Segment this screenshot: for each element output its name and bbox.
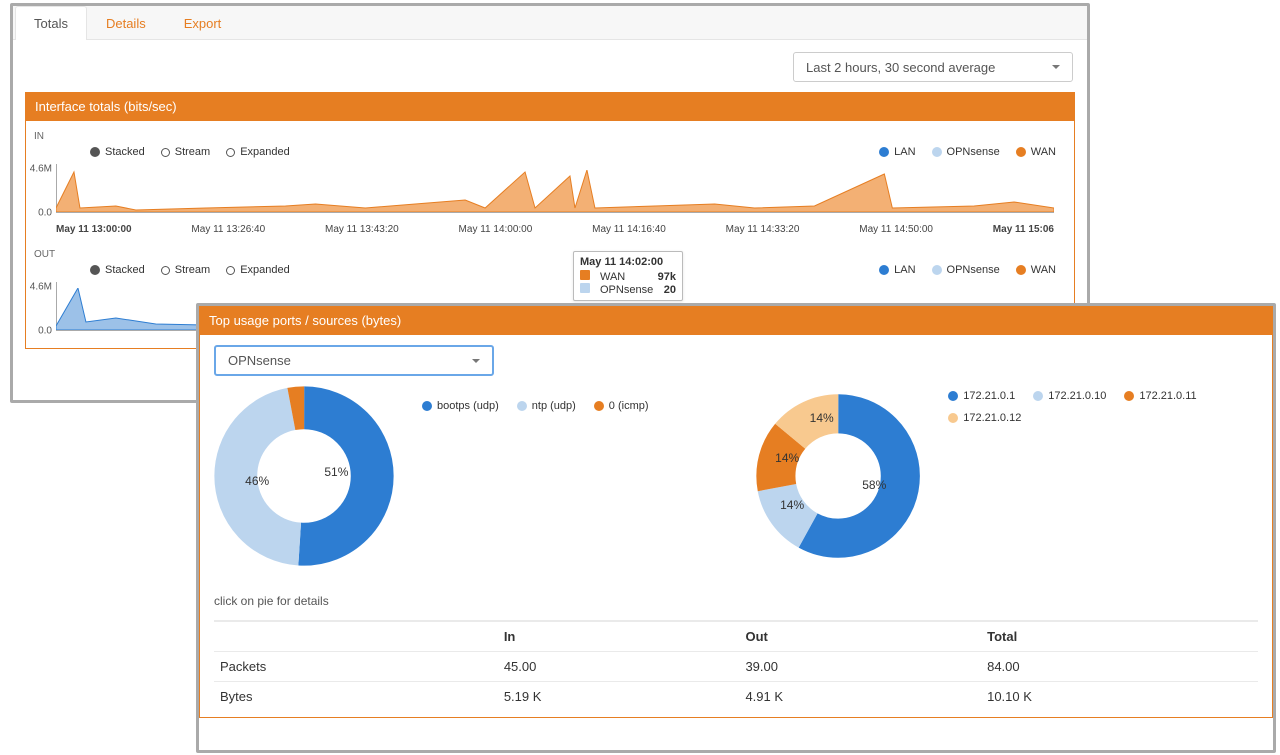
y-tick-top: 4.6M	[30, 163, 56, 174]
view-stacked[interactable]: Stacked	[90, 146, 145, 158]
th-in: In	[498, 621, 740, 652]
tab-bar: Totals Details Export	[13, 6, 1087, 40]
panel-usage-header: Top usage ports / sources (bytes)	[199, 306, 1273, 335]
th-total: Total	[981, 621, 1258, 652]
tab-export[interactable]: Export	[165, 6, 241, 40]
legend-icmp[interactable]: 0 (icmp)	[594, 390, 649, 422]
pct-14b: 14%	[775, 451, 799, 465]
pct-58: 58%	[862, 478, 886, 492]
chevron-down-icon	[472, 359, 480, 363]
chart-tooltip: May 11 14:02:00 WAN 97k OPNsense 20	[573, 251, 683, 301]
legend-opn-out[interactable]: OPNsense	[932, 264, 1000, 276]
tooltip-title: May 11 14:02:00	[580, 256, 676, 268]
tooltip-row-opn: OPNsense 20	[580, 283, 676, 296]
legend-ip10[interactable]: 172.21.0.10	[1033, 390, 1106, 402]
legend-wan[interactable]: WAN	[1016, 146, 1056, 158]
legend-lan-out[interactable]: LAN	[879, 264, 915, 276]
interface-selected: OPNsense	[228, 353, 291, 368]
pct-14a: 14%	[780, 498, 804, 512]
y-tick-bottom: 0.0	[38, 208, 56, 219]
in-x-axis: May 11 13:00:00May 11 13:26:40May 11 13:…	[30, 222, 1070, 241]
table-row: Packets 45.00 39.00 84.00	[214, 652, 1258, 682]
view-expanded-out[interactable]: Expanded	[226, 264, 290, 276]
th-out: Out	[739, 621, 981, 652]
tab-totals[interactable]: Totals	[15, 6, 87, 40]
y-tick-bottom-out: 0.0	[38, 326, 56, 337]
pie-ports: 51% 46% bootps (udp) ntp (udp) 0 (icmp)	[214, 386, 716, 566]
in-toolbar: Stacked Stream Expanded LAN OPNsense WAN	[30, 144, 1070, 160]
in-label: IN	[30, 129, 1070, 144]
view-stream-out[interactable]: Stream	[161, 264, 210, 276]
legend-ip11[interactable]: 172.21.0.11	[1124, 390, 1196, 402]
pct-46: 46%	[245, 474, 269, 488]
pie-hint: click on pie for details	[200, 566, 1272, 614]
pct-14c: 14%	[810, 411, 834, 425]
time-range-select[interactable]: Last 2 hours, 30 second average	[793, 52, 1073, 82]
tooltip-row-wan: WAN 97k	[580, 270, 676, 283]
y-tick-top-out: 4.6M	[30, 281, 56, 292]
panel-totals-header: Interface totals (bits/sec)	[25, 92, 1075, 121]
chevron-down-icon	[1052, 65, 1060, 69]
th-blank	[214, 621, 498, 652]
out-label: OUT	[30, 247, 1070, 262]
in-chart[interactable]: 4.6M 0.0	[56, 160, 1054, 222]
legend-lan[interactable]: LAN	[879, 146, 915, 158]
view-expanded[interactable]: Expanded	[226, 146, 290, 158]
details-table: In Out Total Packets 45.00 39.00 84.00 B…	[214, 620, 1258, 711]
legend-opn[interactable]: OPNsense	[932, 146, 1000, 158]
legend-ip12[interactable]: 172.21.0.12	[948, 412, 1021, 424]
view-stream[interactable]: Stream	[161, 146, 210, 158]
table-row: Bytes 5.19 K 4.91 K 10.10 K	[214, 682, 1258, 712]
legend-ip1[interactable]: 172.21.0.1	[948, 390, 1015, 402]
interface-select[interactable]: OPNsense	[214, 345, 494, 376]
panel-top-usage: Top usage ports / sources (bytes) OPNsen…	[196, 303, 1276, 753]
pie-sources-legend: 172.21.0.1 172.21.0.10 172.21.0.11 172.2…	[948, 390, 1258, 424]
legend-ntp[interactable]: ntp (udp)	[517, 390, 576, 422]
pct-51: 51%	[324, 465, 348, 479]
pie-ports-chart[interactable]: 51% 46%	[214, 386, 394, 566]
legend-wan-out[interactable]: WAN	[1016, 264, 1056, 276]
legend-bootps[interactable]: bootps (udp)	[422, 390, 499, 422]
view-stacked-out[interactable]: Stacked	[90, 264, 145, 276]
pie-sources: 58% 14% 14% 14% 172.21.0.1 172.21.0.10 1…	[756, 386, 1258, 566]
pie-sources-chart[interactable]: 58% 14% 14% 14%	[756, 386, 920, 566]
out-toolbar: Stacked Stream Expanded LAN OPNsense WAN	[30, 262, 1070, 278]
pie-ports-legend: bootps (udp) ntp (udp) 0 (icmp)	[422, 390, 649, 422]
time-range-value: Last 2 hours, 30 second average	[806, 60, 995, 75]
tab-details[interactable]: Details	[87, 6, 165, 40]
